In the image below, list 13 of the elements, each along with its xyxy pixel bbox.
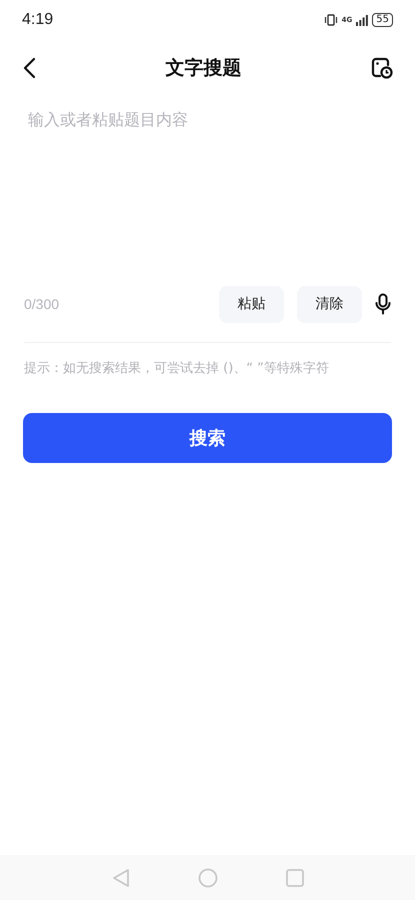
character-counter: 0/300 xyxy=(24,296,60,312)
vibrate-icon xyxy=(324,14,338,26)
back-icon[interactable] xyxy=(22,57,36,79)
signal-icon xyxy=(356,14,368,26)
hint-text: 提示：如无搜索结果，可尝试去掉 ()、“ ”等特殊字符 xyxy=(24,360,330,377)
battery-indicator: 55 xyxy=(372,13,393,27)
action-button[interactable]: 清除 xyxy=(297,286,362,322)
search-button[interactable]: 搜索 xyxy=(23,413,392,463)
status-time: 4:19 xyxy=(22,11,54,29)
action-button[interactable]: 粘贴 xyxy=(219,286,284,322)
microphone-icon[interactable] xyxy=(375,293,391,315)
history-icon[interactable] xyxy=(371,57,393,79)
page-title: 文字搜题 xyxy=(166,56,242,81)
